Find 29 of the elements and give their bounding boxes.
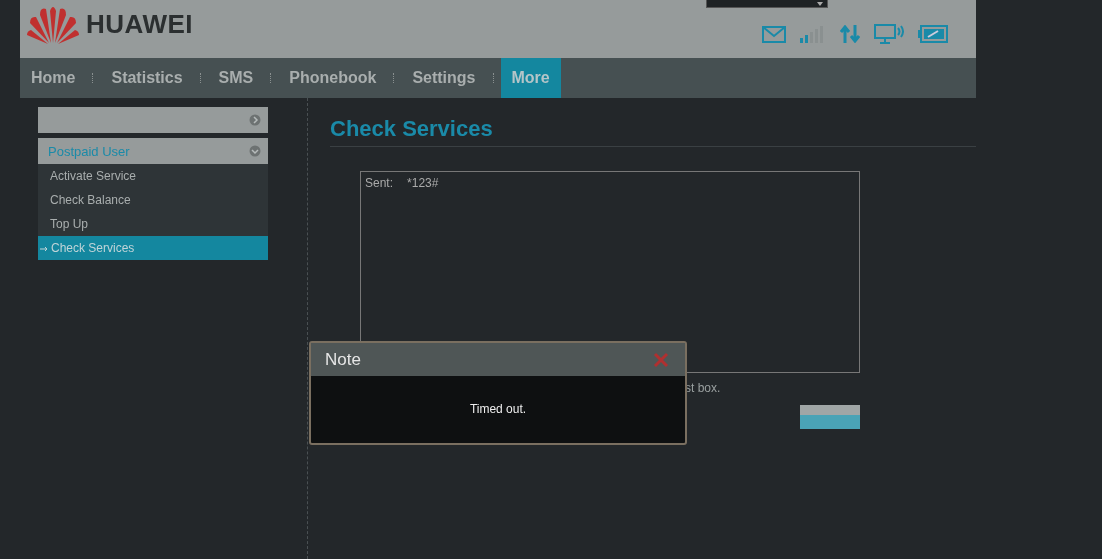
dialog-title: Note <box>325 349 361 370</box>
sidebar-group-header[interactable] <box>38 107 268 133</box>
arrow-icon <box>40 245 48 252</box>
caret-icon <box>817 1 823 6</box>
page-title: Check Services <box>330 116 976 147</box>
close-icon[interactable] <box>653 351 669 368</box>
sidebar-item[interactable]: Top Up <box>38 212 268 236</box>
nav-tab[interactable]: Statistics <box>100 58 194 98</box>
battery-icon <box>918 25 948 43</box>
up-down-arrows-icon <box>840 25 860 43</box>
envelope-icon[interactable] <box>762 25 786 43</box>
language-select[interactable] <box>706 0 828 8</box>
sidebar-item[interactable]: Activate Service <box>38 164 268 188</box>
signal-bars-icon <box>800 25 826 43</box>
logo-text: HUAWEI <box>86 8 193 40</box>
sidebar-item[interactable]: Check Balance <box>38 188 268 212</box>
sent-code: *123# <box>407 176 439 190</box>
chevron-down-icon <box>249 145 261 157</box>
dialog-message: Timed out. <box>469 402 527 416</box>
nav-tab[interactable]: SMS <box>207 58 265 98</box>
nav-tab[interactable]: Settings <box>401 58 487 98</box>
sent-label: Sent: <box>365 176 394 190</box>
nav-tab[interactable]: More <box>500 58 561 98</box>
send-button[interactable] <box>800 405 860 429</box>
sidebar-item[interactable]: Check Services <box>38 236 268 260</box>
chevron-right-icon <box>249 114 261 126</box>
monitor-wireless-icon <box>874 24 904 44</box>
nav-tab[interactable]: Home <box>20 58 87 98</box>
nav-tab[interactable]: Phonebook <box>278 58 388 98</box>
